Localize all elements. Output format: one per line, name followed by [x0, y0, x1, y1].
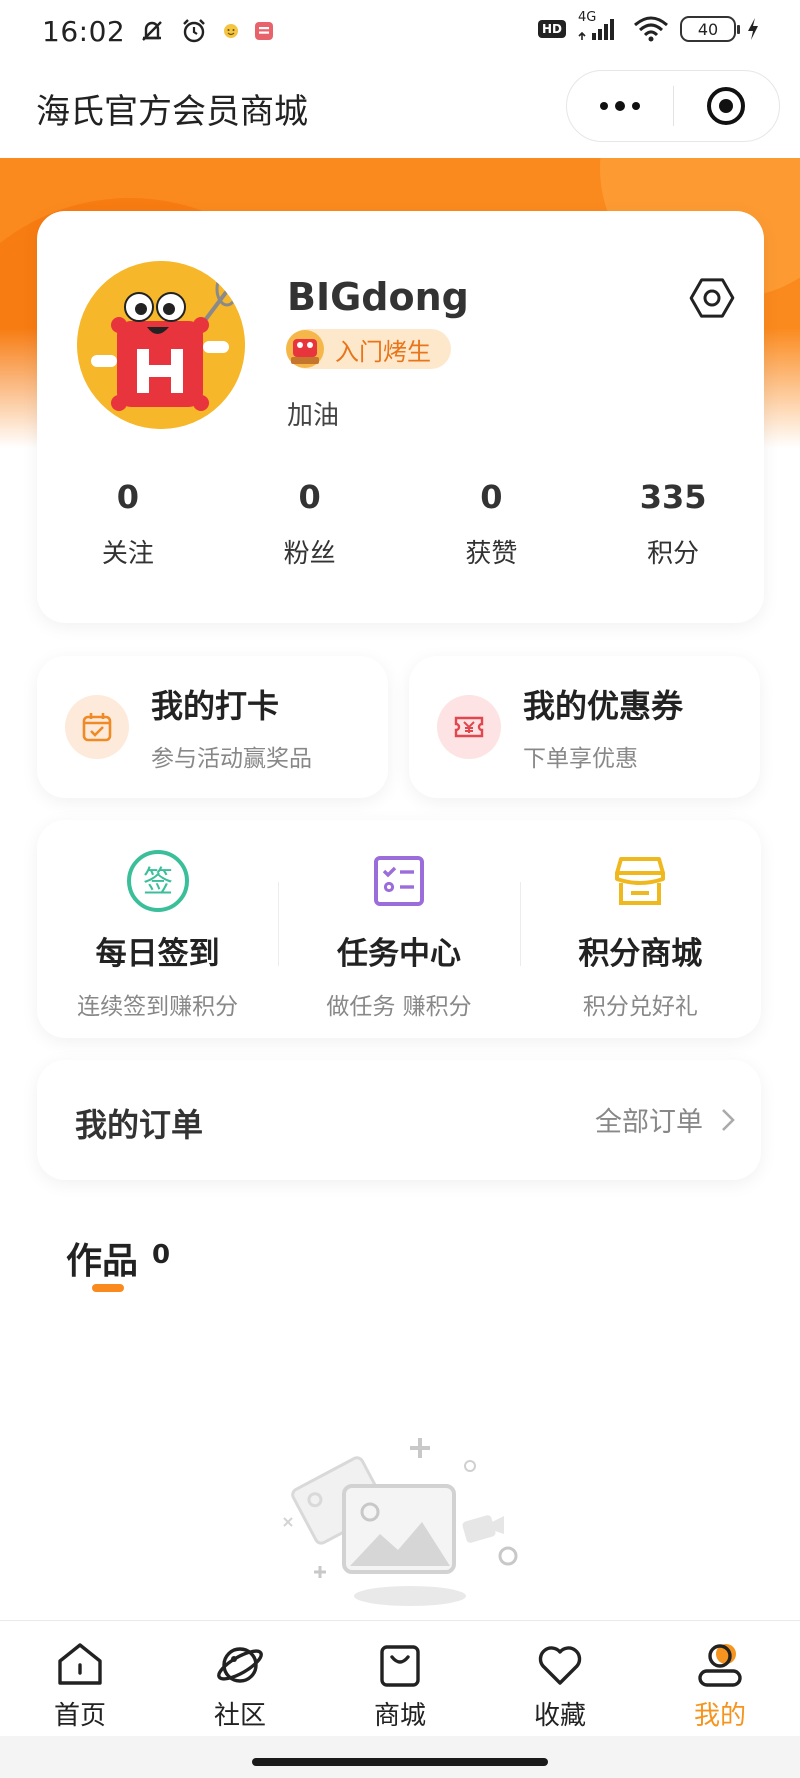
- network-type: 4G: [578, 10, 597, 25]
- stat-label: 获赞: [465, 539, 518, 569]
- user-icon: [698, 1644, 742, 1687]
- my-checkin-card[interactable]: 我的打卡 参与活动赢奖品: [37, 656, 388, 798]
- more-dot: [614, 101, 625, 111]
- home-icon: [58, 1643, 102, 1685]
- charging-icon: [748, 18, 758, 40]
- level-badge: 入门烤生: [286, 329, 451, 369]
- battery-level: 40: [697, 19, 719, 39]
- stat-value: 0: [116, 478, 139, 516]
- stat-value: 335: [639, 478, 707, 516]
- chevron-right-icon: [722, 1108, 735, 1131]
- works-count: 0: [152, 1240, 171, 1270]
- calendar-check-icon: [65, 695, 129, 759]
- works-tab-indicator: [92, 1284, 124, 1292]
- tab-label: 我的: [693, 1701, 746, 1731]
- tab-mall[interactable]: 商城: [320, 1621, 480, 1736]
- shortcut-title: 我的打卡: [151, 687, 280, 725]
- points-mall[interactable]: 积分商城 积分兑好礼: [519, 820, 761, 1038]
- feature-title: 积分商城: [578, 936, 703, 972]
- status-left-icons: [137, 16, 275, 46]
- stat-label: 关注: [101, 539, 154, 569]
- coupon-icon: [437, 695, 501, 759]
- gesture-area: [0, 1736, 800, 1778]
- works-tab-title[interactable]: 作品: [66, 1232, 138, 1284]
- level-badge-icon: [286, 330, 324, 368]
- tab-favorites[interactable]: 收藏: [480, 1621, 640, 1736]
- stat-label: 积分: [647, 539, 700, 569]
- tab-label: 商城: [373, 1701, 426, 1731]
- more-button[interactable]: [567, 71, 673, 141]
- all-orders-label: 全部订单: [595, 1107, 703, 1138]
- capsule-menu: [566, 70, 780, 142]
- shopping-bag-icon: [380, 1645, 420, 1687]
- shortcut-title: 我的优惠券: [523, 687, 684, 725]
- daily-sign-in[interactable]: 签 每日签到 连续签到赚积分: [37, 820, 278, 1038]
- feature-title: 任务中心: [336, 936, 461, 972]
- task-center[interactable]: 任务中心 做任务 赚积分: [278, 820, 519, 1038]
- username: BIGdong: [287, 275, 469, 319]
- status-time: 16:02: [42, 14, 126, 48]
- status-right: HD 4G 40: [537, 10, 760, 44]
- feature-title: 每日签到: [95, 936, 220, 972]
- stat-points[interactable]: 335 积分: [582, 473, 764, 570]
- stat-followers[interactable]: 0 粉丝: [219, 473, 401, 570]
- mute-icon: [142, 21, 163, 41]
- shortcut-subtitle: 下单享优惠: [523, 746, 638, 772]
- settings-icon[interactable]: [687, 273, 737, 323]
- bio: 加油: [287, 401, 340, 431]
- shortcut-subtitle: 参与活动赢奖品: [151, 746, 312, 772]
- tab-label: 首页: [53, 1701, 106, 1731]
- status-bar: 16:02 HD 4G 40: [0, 0, 800, 62]
- points-features-card: 签 每日签到 连续签到赚积分 任务中心 做任务 赚积分 积分商城 积分兑好礼: [37, 820, 761, 1038]
- my-orders-card[interactable]: 我的订单 全部订单: [37, 1060, 761, 1180]
- stat-following[interactable]: 0 关注: [37, 473, 219, 570]
- store-icon: [607, 848, 673, 914]
- feature-subtitle: 积分兑好礼: [582, 994, 698, 1020]
- close-target-icon: [707, 87, 746, 125]
- stat-label: 粉丝: [283, 539, 336, 569]
- tab-label: 社区: [213, 1701, 266, 1731]
- page-title: 海氏官方会员商城: [36, 92, 308, 132]
- feature-subtitle: 连续签到赚积分: [77, 994, 239, 1020]
- tab-label: 收藏: [533, 1701, 586, 1731]
- feature-subtitle: 做任务 赚积分: [326, 994, 472, 1020]
- heart-icon: [538, 1646, 582, 1685]
- home-indicator[interactable]: [252, 1758, 548, 1766]
- stats-row: 0 关注 0 粉丝 0 获赞 335 积分: [37, 473, 764, 570]
- sign-in-icon: 签: [125, 848, 191, 914]
- tab-me[interactable]: 我的: [640, 1621, 800, 1736]
- more-dot: [631, 102, 640, 110]
- tab-community[interactable]: 社区: [160, 1621, 320, 1736]
- sign-in-icon-text: 签: [143, 865, 173, 900]
- app-notification-icon: [255, 22, 274, 40]
- planet-icon: [217, 1647, 263, 1683]
- my-coupons-card[interactable]: 我的优惠券 下单享优惠: [409, 656, 760, 798]
- header: 海氏官方会员商城: [0, 62, 800, 158]
- alarm-icon: [183, 19, 206, 43]
- level-label: 入门烤生: [335, 337, 431, 366]
- orders-title: 我的订单: [75, 1106, 204, 1144]
- mascot-avatar-icon: [77, 261, 245, 429]
- task-list-icon: [366, 848, 432, 914]
- more-dot: [599, 102, 608, 110]
- profile-card: BIGdong 入门烤生 加油 0 关注 0 粉丝 0 获赞 335 积分: [37, 211, 764, 623]
- hd-badge: HD: [537, 20, 566, 38]
- battery-icon: 40: [680, 16, 740, 42]
- avatar[interactable]: [77, 261, 245, 429]
- wifi-icon: [634, 16, 668, 42]
- emoji-notification-icon: [224, 24, 239, 38]
- all-orders-link[interactable]: 全部订单: [595, 1100, 741, 1139]
- cell-signal-icon: 4G: [576, 10, 622, 44]
- stat-likes[interactable]: 0 获赞: [401, 473, 583, 570]
- tab-bar: 首页 社区 商城 收藏 我的: [0, 1620, 800, 1736]
- stat-value: 0: [298, 478, 321, 516]
- stat-value: 0: [480, 478, 503, 516]
- empty-image-icon: [283, 1438, 518, 1606]
- close-button[interactable]: [674, 71, 780, 141]
- tab-home[interactable]: 首页: [0, 1621, 160, 1736]
